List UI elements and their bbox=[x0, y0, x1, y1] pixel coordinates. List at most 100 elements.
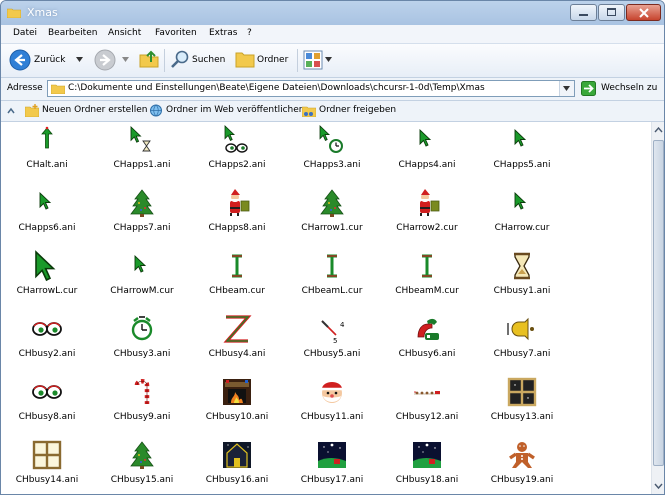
file-name: CHbusy14.ani bbox=[15, 475, 79, 485]
file-item[interactable]: CHapps5.ani bbox=[476, 122, 568, 184]
green-arrow-cursor-icon bbox=[419, 128, 432, 147]
up-folder-button[interactable] bbox=[138, 48, 160, 72]
scroll-thumb[interactable] bbox=[653, 140, 664, 466]
file-item[interactable]: CHbusy14.ani bbox=[1, 437, 93, 494]
file-item[interactable]: CHbusy1.ani bbox=[476, 248, 568, 310]
file-item[interactable]: CHbusy15.ani bbox=[96, 437, 188, 494]
file-item[interactable]: CHapps1.ani bbox=[96, 122, 188, 184]
menu-extras[interactable]: Extras bbox=[209, 28, 237, 38]
zigzag-icon bbox=[223, 315, 252, 343]
search-icon bbox=[171, 50, 189, 68]
file-item[interactable]: CHbusy4.ani bbox=[191, 311, 283, 373]
folders-label: Ordner bbox=[257, 55, 289, 65]
file-name: CHbusy1.ani bbox=[493, 286, 551, 296]
christmas-tree-icon bbox=[320, 189, 344, 217]
file-item[interactable]: CHbusy19.ani bbox=[476, 437, 568, 494]
scroll-up-button[interactable] bbox=[653, 124, 664, 136]
christmas-tree-icon bbox=[130, 441, 154, 469]
santa-face-icon bbox=[321, 382, 343, 403]
file-name: CHbusy17.ani bbox=[300, 475, 364, 485]
file-name: CHbusy5.ani bbox=[303, 349, 361, 359]
folder-icon bbox=[51, 84, 65, 94]
file-item[interactable]: CHapps4.ani bbox=[381, 122, 473, 184]
toolbar: Zurück Suchen Ordner bbox=[1, 44, 664, 78]
file-item[interactable]: CHbusy10.ani bbox=[191, 374, 283, 436]
chevron-down-icon bbox=[122, 57, 129, 62]
arrow-hourglass-cursor-icon bbox=[130, 126, 151, 152]
file-item[interactable]: CHapps6.ani bbox=[1, 185, 93, 247]
file-item[interactable]: CHbusy11.ani bbox=[286, 374, 378, 436]
file-item[interactable]: CHarrow1.cur bbox=[286, 185, 378, 247]
views-button[interactable] bbox=[301, 48, 333, 72]
back-button[interactable]: Zurück bbox=[7, 48, 85, 72]
search-button[interactable]: Suchen bbox=[168, 48, 230, 72]
vertical-scrollbar[interactable] bbox=[651, 122, 664, 494]
address-dropdown[interactable] bbox=[559, 81, 574, 96]
file-item[interactable]: CHapps8.ani bbox=[191, 185, 283, 247]
window-title: Xmas bbox=[27, 6, 58, 19]
go-label[interactable]: Wechseln zu bbox=[601, 83, 657, 93]
file-item[interactable]: CHbusy18.ani bbox=[381, 437, 473, 494]
menu-bar: Datei Bearbeiten Ansicht Favoriten Extra… bbox=[1, 25, 664, 44]
minimize-button[interactable] bbox=[570, 4, 597, 21]
night-scene-icon bbox=[413, 442, 441, 468]
menu-ansicht[interactable]: Ansicht bbox=[108, 28, 141, 38]
file-item[interactable]: CHbusy9.ani bbox=[96, 374, 188, 436]
file-list[interactable]: CHalt.ani CHapps1.ani CHapps2.ani CHapps3.a… bbox=[1, 122, 651, 494]
file-item[interactable]: 4 5 CHbusy5.ani bbox=[286, 311, 378, 373]
file-item[interactable]: CHbusy3.ani bbox=[96, 311, 188, 373]
address-input[interactable]: C:\Dokumente und Einstellungen\Beate\Eig… bbox=[47, 80, 575, 97]
menu-datei[interactable]: Datei bbox=[13, 28, 37, 38]
view-options-icon bbox=[303, 50, 323, 70]
file-name: CHarrow.cur bbox=[494, 223, 550, 233]
file-item[interactable]: CHbusy6.ani bbox=[381, 311, 473, 373]
file-item[interactable]: CHbusy16.ani bbox=[191, 437, 283, 494]
go-button[interactable] bbox=[581, 81, 596, 96]
forward-button[interactable] bbox=[93, 48, 133, 72]
search-label: Suchen bbox=[192, 55, 226, 65]
file-item[interactable]: CHapps3.ani bbox=[286, 122, 378, 184]
task-new-folder[interactable]: Neuen Ordner erstellen bbox=[42, 105, 147, 115]
hourglass-icon bbox=[514, 252, 530, 280]
file-name: CHbusy18.ani bbox=[395, 475, 459, 485]
file-item[interactable]: CHarrow.cur bbox=[476, 185, 568, 247]
folders-button[interactable]: Ordner bbox=[233, 48, 293, 72]
maximize-button[interactable] bbox=[598, 4, 625, 21]
file-item[interactable]: CHalt.ani bbox=[1, 122, 93, 184]
file-name: CHapps7.ani bbox=[113, 223, 171, 233]
file-item[interactable]: CHapps7.ani bbox=[96, 185, 188, 247]
file-item[interactable]: CHbusy7.ani bbox=[476, 311, 568, 373]
chevron-down-icon bbox=[654, 483, 663, 490]
file-item[interactable]: CHarrowM.cur bbox=[96, 248, 188, 310]
file-item[interactable]: CHbeam.cur bbox=[191, 248, 283, 310]
green-arrow-cursor-icon bbox=[514, 191, 527, 210]
file-item[interactable]: CHarrowL.cur bbox=[1, 248, 93, 310]
file-item[interactable]: CHarrow2.cur bbox=[381, 185, 473, 247]
file-item[interactable]: CHbusy8.ani bbox=[1, 374, 93, 436]
file-item[interactable]: CHbusy13.ani bbox=[476, 374, 568, 436]
explorer-window: Xmas Datei Bearbeiten Ansicht Favoriten … bbox=[0, 0, 665, 495]
back-label: Zurück bbox=[34, 55, 66, 65]
task-publish-web[interactable]: Ordner im Web veröffentlichen bbox=[166, 105, 305, 115]
go-arrow-icon bbox=[581, 81, 596, 96]
up-folder-icon bbox=[139, 50, 159, 68]
menu-help[interactable]: ? bbox=[247, 28, 252, 38]
scroll-down-button[interactable] bbox=[653, 480, 664, 492]
chevron-down-icon bbox=[76, 57, 83, 62]
title-bar[interactable]: Xmas bbox=[1, 1, 664, 25]
task-share-folder[interactable]: Ordner freigeben bbox=[319, 105, 396, 115]
file-item[interactable]: CHbeamM.cur bbox=[381, 248, 473, 310]
file-name: CHbusy3.ani bbox=[113, 349, 171, 359]
chevron-down-icon bbox=[325, 57, 332, 62]
menu-bearbeiten[interactable]: Bearbeiten bbox=[48, 28, 97, 38]
file-name: CHbusy2.ani bbox=[18, 349, 76, 359]
file-item[interactable]: CHapps2.ani bbox=[191, 122, 283, 184]
file-name: CHbusy4.ani bbox=[208, 349, 266, 359]
collapse-icon[interactable] bbox=[7, 107, 15, 115]
close-button[interactable] bbox=[626, 4, 661, 21]
file-item[interactable]: CHbeamL.cur bbox=[286, 248, 378, 310]
file-item[interactable]: CHbusy2.ani bbox=[1, 311, 93, 373]
file-item[interactable]: CHbusy17.ani bbox=[286, 437, 378, 494]
menu-favoriten[interactable]: Favoriten bbox=[155, 28, 197, 38]
file-item[interactable]: CHbusy12.ani bbox=[381, 374, 473, 436]
